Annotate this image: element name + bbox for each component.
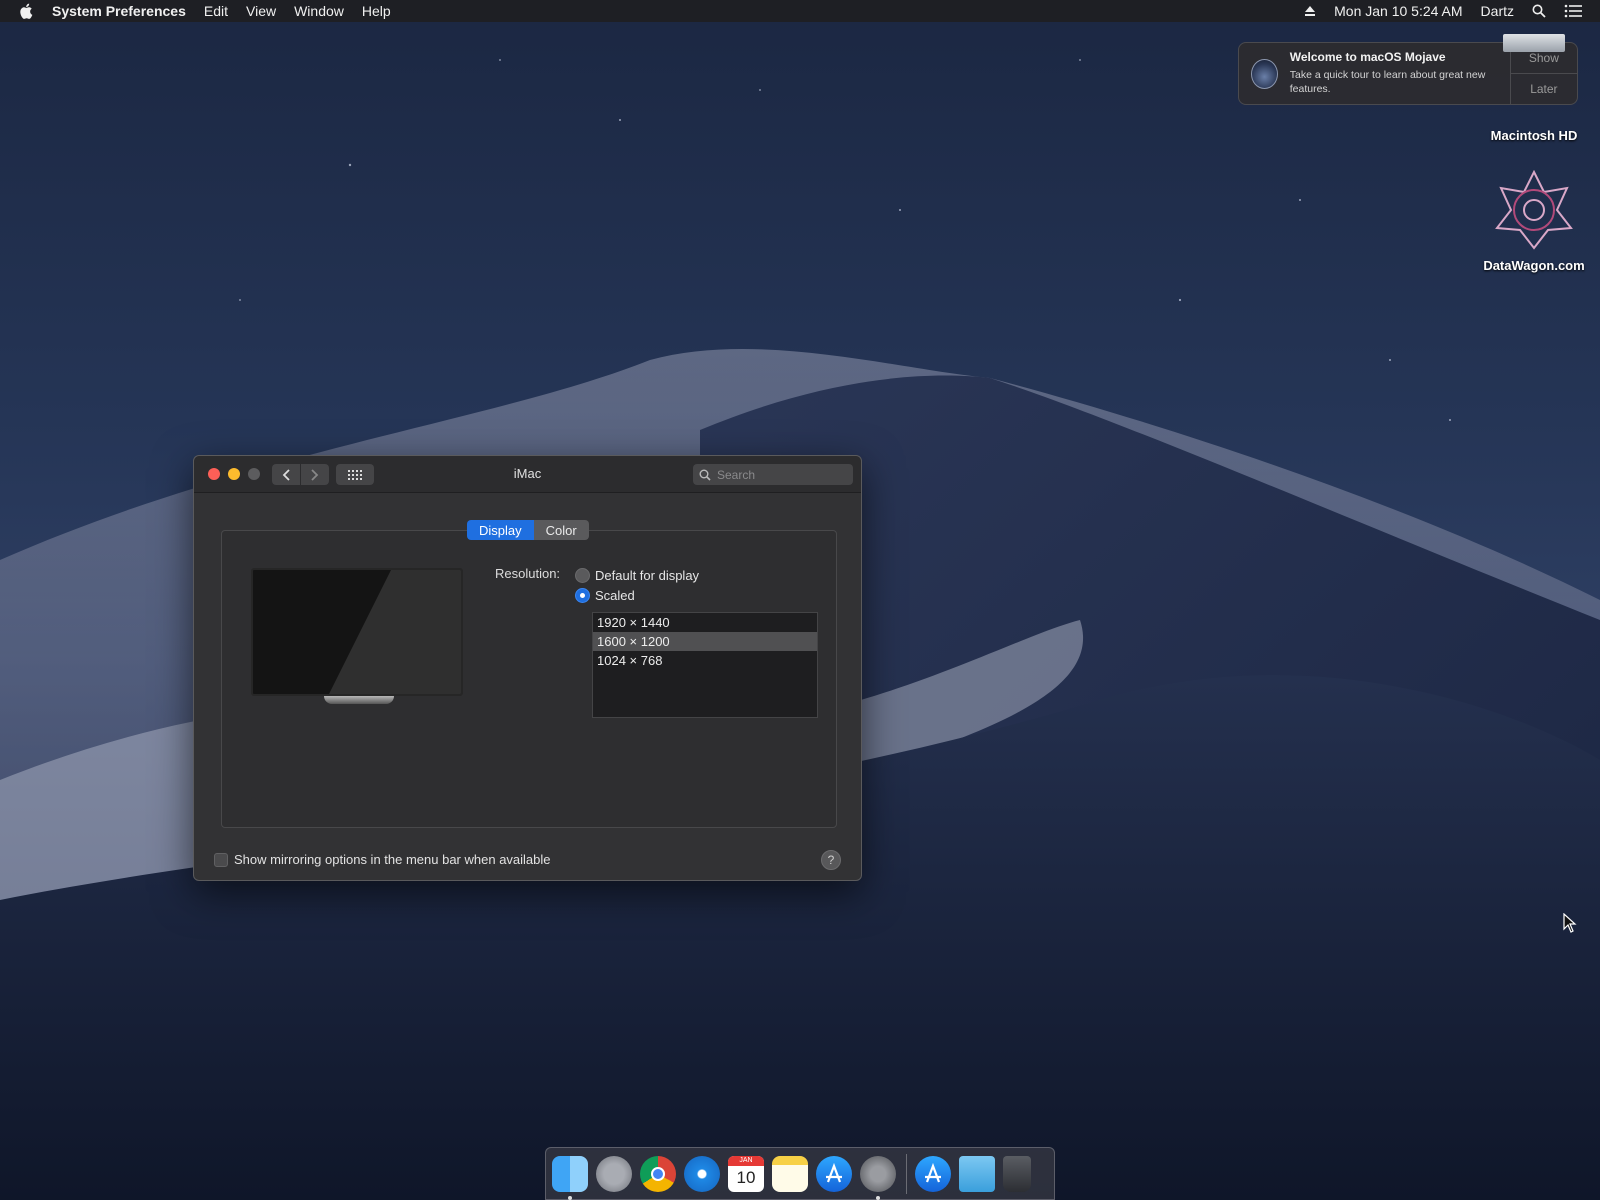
resolution-list[interactable]: 1920 × 1440 1600 × 1200 1024 × 768	[592, 612, 818, 718]
downloads-folder-icon[interactable]	[959, 1155, 995, 1192]
menu-clock[interactable]: Mon Jan 10 5:24 AM	[1334, 3, 1462, 19]
desktop-icon-macintosh-hd[interactable]: Macintosh HD	[1474, 34, 1594, 143]
menu-app-name[interactable]: System Preferences	[52, 3, 186, 19]
app-store-icon[interactable]	[816, 1155, 852, 1192]
radio-button[interactable]	[575, 588, 590, 603]
radio-label: Default for display	[595, 568, 700, 583]
app-store-folder-icon[interactable]	[915, 1155, 951, 1192]
menu-window[interactable]: Window	[294, 3, 344, 19]
notification-center-icon[interactable]	[1564, 4, 1582, 18]
list-item[interactable]: 1600 × 1200	[593, 632, 817, 651]
hard-drive-icon	[1503, 34, 1565, 52]
search-icon	[699, 469, 711, 481]
mojave-logo-icon	[1251, 59, 1278, 89]
mirroring-option[interactable]: Show mirroring options in the menu bar w…	[214, 852, 551, 867]
radio-default-for-display[interactable]: Default for display	[575, 568, 699, 583]
menu-view[interactable]: View	[246, 3, 276, 19]
tab-bar: Display Color	[467, 520, 589, 540]
mouse-cursor-icon	[1563, 913, 1577, 933]
help-button[interactable]: ?	[821, 850, 841, 870]
notes-icon[interactable]	[772, 1155, 808, 1192]
display-preferences-window: iMac Display Color Resolution: Default f…	[193, 455, 862, 881]
radio-scaled[interactable]: Scaled	[575, 588, 635, 603]
calendar-month: JAN	[728, 1155, 764, 1166]
monitor-preview-icon	[251, 568, 463, 696]
monitor-stand-icon	[324, 696, 394, 704]
trash-icon[interactable]	[1003, 1155, 1031, 1192]
menu-bar: System Preferences Edit View Window Help…	[0, 0, 1600, 22]
finder-icon[interactable]	[552, 1155, 588, 1200]
radio-button[interactable]	[575, 568, 590, 583]
safari-icon[interactable]	[684, 1155, 720, 1192]
spotlight-search-icon[interactable]	[1532, 4, 1546, 18]
apple-menu-icon[interactable]	[18, 2, 36, 20]
mirroring-label: Show mirroring options in the menu bar w…	[234, 852, 551, 867]
search-field[interactable]	[693, 464, 853, 485]
dock-separator	[906, 1153, 907, 1194]
calendar-day: 10	[736, 1167, 756, 1187]
tab-color[interactable]: Color	[533, 520, 589, 540]
window-titlebar[interactable]: iMac	[194, 456, 861, 493]
launchpad-icon[interactable]	[596, 1155, 632, 1192]
calendar-icon[interactable]: JAN 10	[728, 1155, 764, 1192]
desktop-icon-label: Macintosh HD	[1490, 128, 1578, 143]
menu-help[interactable]: Help	[362, 3, 391, 19]
radio-label: Scaled	[595, 588, 635, 603]
chrome-icon[interactable]	[640, 1155, 676, 1192]
menu-edit[interactable]: Edit	[204, 3, 228, 19]
mirroring-checkbox[interactable]	[214, 852, 228, 867]
datawagon-app-icon	[1495, 170, 1573, 250]
dock: JAN 10	[545, 1147, 1055, 1200]
tab-display[interactable]: Display	[467, 520, 534, 540]
menu-user[interactable]: Dartz	[1481, 3, 1514, 19]
eject-icon[interactable]	[1304, 5, 1316, 17]
desktop-icon-label: DataWagon.com	[1483, 258, 1585, 273]
desktop-icon-datawagon[interactable]: DataWagon.com	[1474, 170, 1594, 273]
system-preferences-icon[interactable]	[860, 1155, 896, 1200]
list-item[interactable]: 1920 × 1440	[593, 613, 817, 632]
list-item[interactable]: 1024 × 768	[593, 651, 817, 670]
search-input[interactable]	[717, 467, 847, 482]
resolution-label: Resolution:	[495, 566, 561, 581]
menu-extras: Mon Jan 10 5:24 AM Dartz	[1304, 0, 1600, 22]
